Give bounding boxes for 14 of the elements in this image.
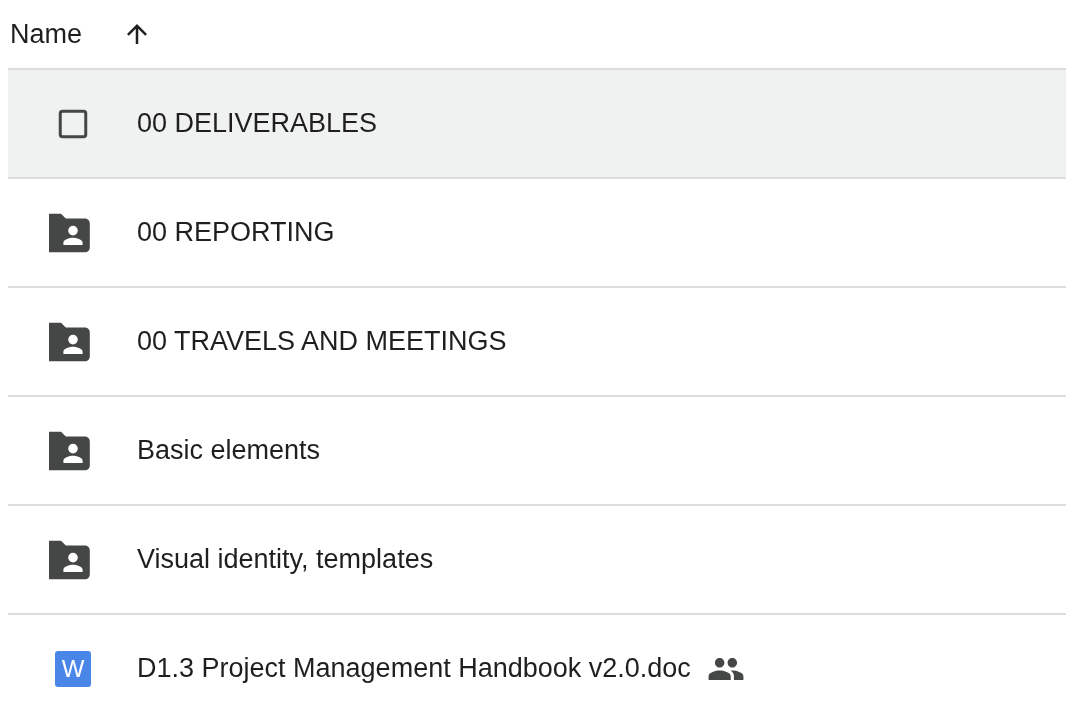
file-name: 00 REPORTING bbox=[137, 217, 335, 248]
word-document-icon: W bbox=[55, 650, 91, 687]
file-row[interactable]: 00 TRAVELS AND MEETINGS bbox=[8, 288, 1066, 397]
column-header[interactable]: Name bbox=[8, 18, 83, 50]
file-name: D1.3 Project Management Handbook v2.0.doc bbox=[137, 653, 691, 684]
file-row[interactable]: 00 REPORTING bbox=[8, 179, 1066, 288]
file-row[interactable]: 00 DELIVERABLES bbox=[8, 70, 1066, 179]
file-row[interactable]: Basic elements bbox=[8, 397, 1066, 506]
file-row[interactable]: Visual identity, templates bbox=[8, 506, 1066, 615]
file-name: Visual identity, templates bbox=[137, 544, 434, 575]
file-name: 00 TRAVELS AND MEETINGS bbox=[137, 326, 507, 357]
file-name: Basic elements bbox=[137, 435, 321, 466]
file-row[interactable]: W D1.3 Project Management Handbook v2.0.doc bbox=[8, 615, 1066, 719]
file-name: 00 DELIVERABLES bbox=[137, 108, 378, 139]
